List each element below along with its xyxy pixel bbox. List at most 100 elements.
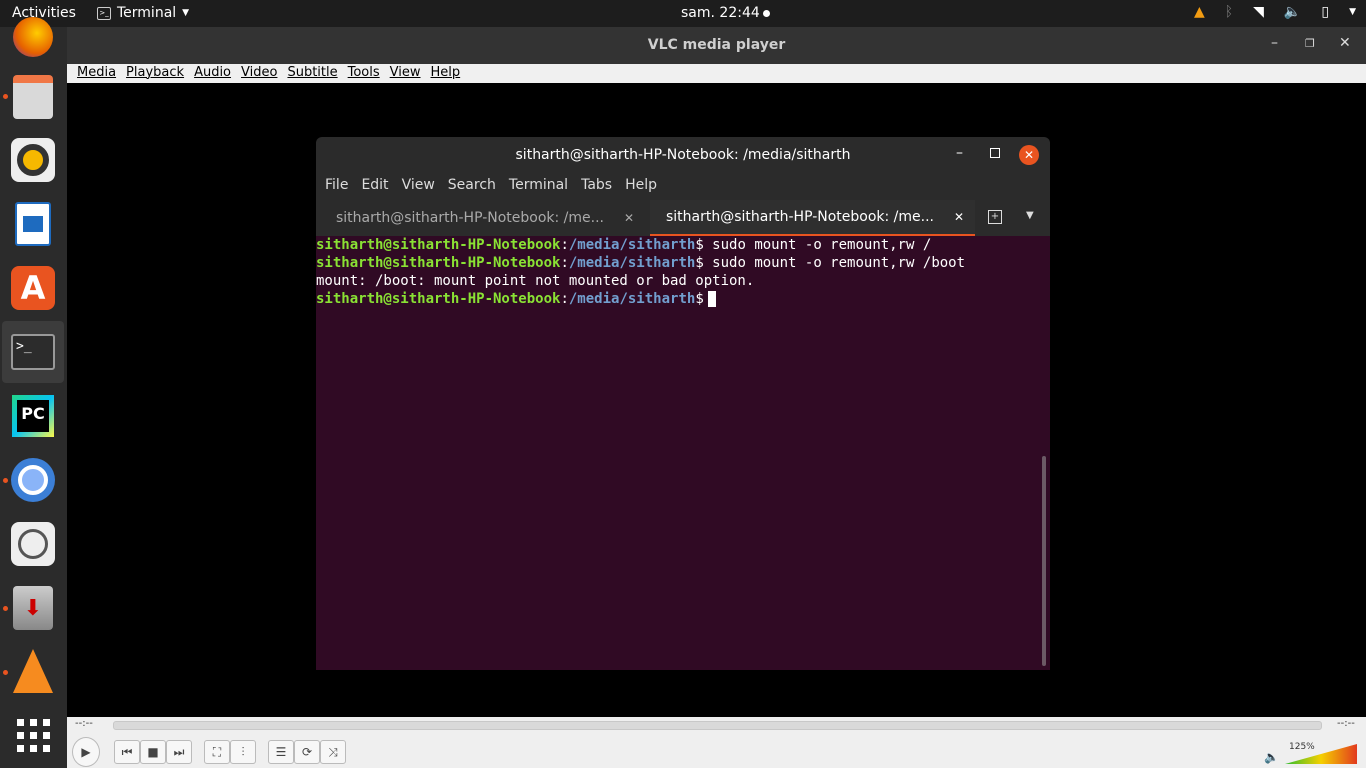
seek-bar[interactable] — [113, 721, 1322, 730]
firefox-icon[interactable] — [9, 13, 57, 61]
time-total: --:-- — [1337, 718, 1355, 729]
terminal-titlebar[interactable]: sitharth@sitharth-HP-Notebook: /media/si… — [316, 137, 1050, 174]
wifi-icon[interactable]: ◥ — [1253, 4, 1264, 20]
app-menu-label: Terminal — [117, 5, 177, 21]
dock: A >_ PC ⬇ — [0, 17, 67, 768]
image-viewer-icon[interactable] — [9, 520, 57, 568]
vlc-tray-icon[interactable]: ▲ — [1194, 4, 1205, 20]
terminal-tabbar: sitharth@sitharth-HP-Notebook: /me... ✕ … — [316, 200, 1050, 236]
terminal-menubar: File Edit View Search Terminal Tabs Help — [316, 174, 1050, 200]
terminal-small-icon: >_ — [97, 6, 111, 20]
clock-text: sam. 22:44 — [681, 5, 760, 21]
time-elapsed: --:-- — [75, 718, 93, 729]
playlist-button[interactable]: ☰ — [268, 740, 294, 764]
caret-down-icon: ▼ — [182, 8, 190, 18]
top-bar: Activities >_ Terminal ▼ sam. 22:44 ▲ ᛒ … — [0, 0, 1366, 27]
software-icon[interactable]: A — [9, 264, 57, 312]
running-indicator — [3, 94, 8, 99]
terminal-window: sitharth@sitharth-HP-Notebook: /media/si… — [316, 137, 1050, 670]
vlc-menubar: Media Playback Audio Video Subtitle Tool… — [67, 64, 1366, 83]
tab-inactive[interactable]: sitharth@sitharth-HP-Notebook: /me... ✕ — [316, 200, 650, 236]
new-tab-icon[interactable]: + — [988, 210, 1002, 224]
prompt-path: /media/sitharth — [568, 237, 696, 253]
notification-dot — [762, 9, 770, 17]
text-cursor — [707, 291, 716, 307]
prompt-path: /media/sitharth — [568, 255, 696, 271]
menu-video[interactable]: Video — [241, 64, 277, 83]
menu-media[interactable]: Media — [77, 64, 116, 83]
menu-tools[interactable]: Tools — [348, 64, 380, 83]
volume-icon[interactable]: 🔈 — [1284, 4, 1301, 20]
tab-active[interactable]: sitharth@sitharth-HP-Notebook: /me... ✕ — [650, 200, 975, 236]
menu-view[interactable]: View — [402, 174, 435, 200]
maximize-icon[interactable] — [990, 148, 1000, 158]
shuffle-button[interactable]: ⤨ — [320, 740, 346, 764]
speaker-icon[interactable]: 🔈 — [1264, 750, 1279, 764]
terminal-line: mount: /boot: mount point not mounted or… — [316, 272, 1050, 290]
menu-playback[interactable]: Playback — [126, 64, 184, 83]
vlc-title: VLC media player — [647, 37, 786, 53]
running-indicator — [3, 478, 8, 483]
menu-terminal[interactable]: Terminal — [509, 174, 568, 200]
fullscreen-button[interactable]: ⛶ — [204, 740, 230, 764]
menu-help[interactable]: Help — [431, 64, 461, 83]
terminal-line: sitharth@sitharth-HP-Notebook:/media/sit… — [316, 255, 966, 271]
prompt-user: sitharth@sitharth-HP-Notebook — [316, 255, 561, 271]
menu-view[interactable]: View — [390, 64, 421, 83]
terminal-line: sitharth@sitharth-HP-Notebook:/media/sit… — [316, 237, 932, 253]
running-indicator — [3, 670, 8, 675]
tab-close-icon[interactable]: ✕ — [954, 210, 964, 224]
play-button[interactable]: ▶ — [72, 737, 100, 767]
tab-label: sitharth@sitharth-HP-Notebook: /me... — [666, 209, 935, 225]
menu-tabs[interactable]: Tabs — [581, 174, 612, 200]
tab-menu-caret-icon[interactable]: ▼ — [1026, 210, 1034, 221]
volume-slider[interactable] — [1285, 744, 1357, 764]
close-icon[interactable]: ✕ — [1019, 145, 1039, 165]
files-icon[interactable] — [9, 73, 57, 121]
pycharm-icon[interactable]: PC — [9, 392, 57, 440]
prompt-user: sitharth@sitharth-HP-Notebook — [316, 291, 561, 307]
chromium-icon[interactable] — [9, 456, 57, 504]
command-text: sudo mount -o remount,rw / — [703, 237, 932, 253]
terminal-title: sitharth@sitharth-HP-Notebook: /media/si… — [515, 147, 851, 163]
prompt-path: /media/sitharth — [568, 291, 696, 307]
clock[interactable]: sam. 22:44 — [681, 5, 770, 21]
extended-settings-button[interactable]: ⫶ — [230, 740, 256, 764]
loop-button[interactable]: ⟳ — [294, 740, 320, 764]
volume-fill — [1285, 744, 1357, 764]
stop-button[interactable]: ■ — [140, 740, 166, 764]
system-menu-caret-icon[interactable]: ▼ — [1349, 7, 1356, 17]
next-button[interactable]: ⏭ — [166, 740, 192, 764]
app-menu[interactable]: >_ Terminal ▼ — [97, 5, 189, 21]
minimize-icon[interactable]: – — [1271, 35, 1278, 51]
prompt-user: sitharth@sitharth-HP-Notebook — [316, 237, 561, 253]
vlc-icon[interactable] — [9, 647, 57, 695]
terminal-icon[interactable]: >_ — [2, 321, 64, 383]
minimize-icon[interactable]: – — [956, 145, 963, 161]
battery-icon[interactable]: ▯ — [1321, 4, 1329, 20]
menu-audio[interactable]: Audio — [194, 64, 231, 83]
tab-label: sitharth@sitharth-HP-Notebook: /me... — [336, 210, 605, 226]
running-indicator — [3, 606, 8, 611]
restore-icon[interactable]: ❐ — [1305, 37, 1315, 50]
terminal-scrollbar[interactable] — [1042, 456, 1046, 666]
installer-icon[interactable]: ⬇ — [9, 584, 57, 632]
vlc-controls: --:-- --:-- ▶ ⏮ ■ ⏭ ⛶ ⫶ ☰ ⟳ ⤨ 🔈 125% — [67, 717, 1366, 768]
output-text: mount: /boot: mount point not mounted or… — [316, 273, 755, 289]
vlc-titlebar[interactable]: VLC media player – ❐ ✕ — [67, 27, 1366, 64]
terminal-output[interactable]: sitharth@sitharth-HP-Notebook:/media/sit… — [316, 236, 1050, 670]
system-tray[interactable]: ▲ ᛒ ◥ 🔈 ▯ ▼ — [1194, 4, 1366, 20]
apps-grid-icon[interactable] — [9, 711, 57, 759]
command-text: sudo mount -o remount,rw /boot — [703, 255, 966, 271]
previous-button[interactable]: ⏮ — [114, 740, 140, 764]
writer-icon[interactable] — [9, 200, 57, 248]
tab-close-icon[interactable]: ✕ — [624, 211, 634, 225]
menu-file[interactable]: File — [325, 174, 348, 200]
bluetooth-icon[interactable]: ᛒ — [1225, 4, 1233, 20]
menu-search[interactable]: Search — [448, 174, 496, 200]
close-icon[interactable]: ✕ — [1339, 35, 1351, 51]
menu-edit[interactable]: Edit — [361, 174, 388, 200]
rhythmbox-icon[interactable] — [9, 136, 57, 184]
menu-help[interactable]: Help — [625, 174, 657, 200]
menu-subtitle[interactable]: Subtitle — [287, 64, 337, 83]
